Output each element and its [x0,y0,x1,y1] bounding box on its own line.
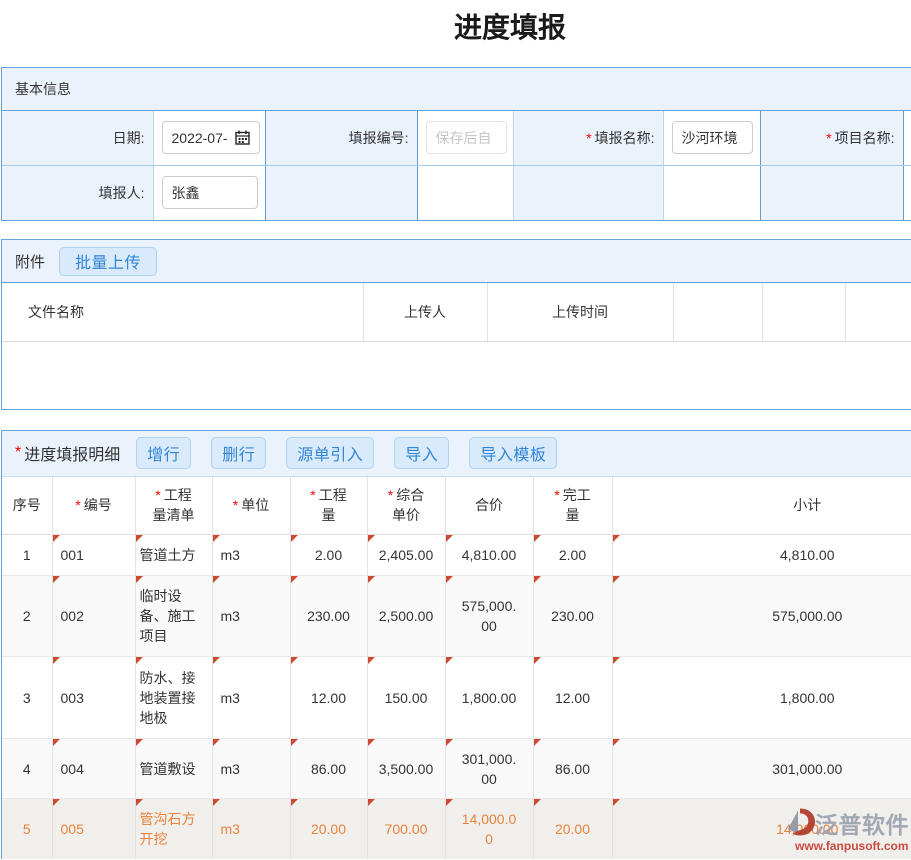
basic-info-header: 基本信息 [2,68,911,111]
watermark-brand: 泛普软件 [815,806,909,840]
page: 进度填报 基本信息 日期: 2022-07- 填报编号: 保存后自 *填报名称:… [0,0,911,860]
attachments-header: 附件 批量上传 [2,240,911,283]
date-cell: 2022-07- [153,111,265,165]
watermark: 泛普软件 www.fanpusoft.com [786,805,911,857]
col-upload-time: 上传时间 [487,283,673,341]
detail-row-3: 3 003 防水、接地装置接地极 m3 12.00 150.00 1,800.0… [2,657,911,739]
delete-row-button[interactable]: 删行 [211,437,266,469]
add-row-button[interactable]: 增行 [136,437,191,469]
details-table: 序号 *编号 *工程量清单 *单位 *工程量 *综合单价 合价 *完工量 小计 … [2,477,911,860]
detail-row-5-selected: 5 005 管沟石方开挖 m3 20.00 700.00 14,000.00 2… [2,799,911,860]
col-subtotal: 小计 [612,477,911,535]
detail-row-1: 1 001 管道土方 m3 2.00 2,405.00 4,810.00 2.0… [2,535,911,576]
project-name-cell [903,111,911,165]
col-done: *完工量 [533,477,612,535]
attachments-table: 文件名称 上传人 上传时间 [2,283,911,342]
report-no-input: 保存后自 [426,121,507,154]
attachments-panel: 附件 批量上传 文件名称 上传人 上传时间 [1,239,911,410]
calendar-icon[interactable] [235,130,250,145]
detail-row-4: 4 004 管道敷设 m3 86.00 3,500.00 301,000.00 … [2,739,911,799]
reporter-cell: 张鑫 [153,165,265,220]
col-total: 合价 [445,477,533,535]
col-price: *综合单价 [367,477,445,535]
date-input[interactable]: 2022-07- [162,121,260,154]
col-seq: 序号 [2,477,52,535]
basic-info-panel: 基本信息 日期: 2022-07- 填报编号: 保存后自 *填报名称: 沙河环境… [1,67,911,221]
attachments-empty-body [2,342,911,409]
import-template-button[interactable]: 导入模板 [469,437,557,469]
col-uploader: 上传人 [363,283,487,341]
reporter-input[interactable]: 张鑫 [162,176,258,209]
page-title: 进度填报 [0,12,911,44]
details-title: 进度填报明细 [24,441,120,465]
batch-upload-button[interactable]: 批量上传 [59,247,157,276]
report-name-label: *填报名称: [513,111,663,165]
detail-row-2: 2 002 临时设备、施工项目 m3 230.00 2,500.00 575,0… [2,576,911,657]
col-unit: *单位 [212,477,290,535]
report-no-cell: 保存后自 [417,111,513,165]
reporter-label: 填报人: [2,165,153,220]
watermark-url: www.fanpusoft.com [795,839,909,853]
col-file-name: 文件名称 [2,283,363,341]
report-name-cell: 沙河环境 [663,111,760,165]
col-qty: *工程量 [290,477,367,535]
project-name-label: *项目名称: [760,111,903,165]
report-name-input[interactable]: 沙河环境 [672,121,753,154]
report-no-label: 填报编号: [265,111,417,165]
basic-info-title: 基本信息 [15,79,71,99]
col-code: *编号 [52,477,135,535]
basic-info-form: 日期: 2022-07- 填报编号: 保存后自 *填报名称: 沙河环境 *项目名… [2,111,911,220]
col-item: *工程量清单 [135,477,212,535]
attachments-title: 附件 [15,251,45,272]
details-panel: *进度填报明细 增行 删行 源单引入 导入 导入模板 序号 *编号 *工程量清单… [1,430,911,860]
date-label: 日期: [2,111,153,165]
source-import-button[interactable]: 源单引入 [286,437,374,469]
details-header: *进度填报明细 增行 删行 源单引入 导入 导入模板 [2,431,911,477]
import-button[interactable]: 导入 [394,437,449,469]
